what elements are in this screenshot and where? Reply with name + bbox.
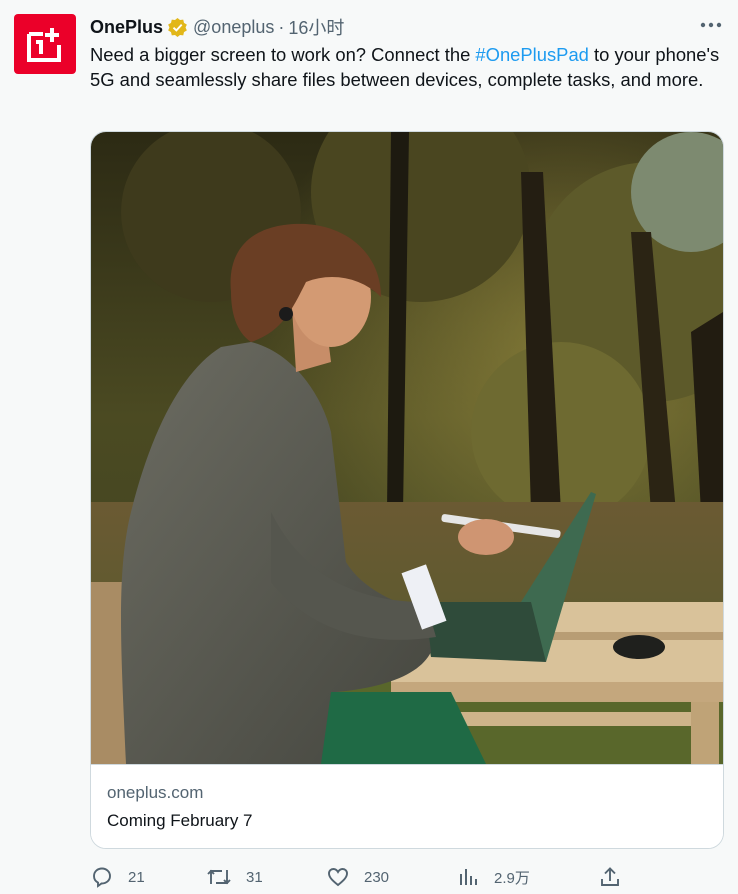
author-name[interactable]: OnePlus — [90, 17, 163, 38]
views-chart-icon — [460, 869, 477, 885]
avatar[interactable] — [14, 14, 76, 74]
card-domain: oneplus.com — [107, 783, 204, 802]
tweet-text: Need a bigger screen to work on? Connect… — [90, 42, 726, 92]
card-title: Coming February 7 — [107, 811, 253, 830]
tweet-timestamp[interactable]: 16小时 — [288, 14, 344, 40]
action-bar: 21 31 230 2.9万 — [90, 862, 726, 892]
reply-button[interactable]: 21 — [90, 862, 145, 892]
verified-badge-icon — [167, 17, 188, 38]
reply-icon — [93, 867, 111, 888]
hashtag-link[interactable]: #OnePlusPad — [475, 44, 589, 65]
link-card[interactable]: oneplus.com Coming February 7 — [90, 131, 724, 849]
oneplus-logo-icon — [27, 28, 61, 62]
share-icon — [601, 867, 619, 886]
more-options-icon[interactable] — [698, 14, 724, 36]
like-button[interactable]: 230 — [326, 862, 389, 892]
tweet-text-part-1: Need a bigger screen to work on? Connect… — [90, 44, 476, 65]
like-count: 230 — [364, 868, 390, 886]
retweet-button[interactable]: 31 — [206, 862, 263, 892]
views-button[interactable]: 2.9万 — [458, 862, 530, 892]
reply-count: 21 — [128, 868, 145, 886]
card-info[interactable]: oneplus.com Coming February 7 — [91, 764, 723, 848]
tweet-header: OnePlus @oneplus · 16小时 — [90, 15, 678, 39]
share-button[interactable] — [598, 862, 636, 892]
heart-icon — [328, 868, 348, 887]
retweet-count: 31 — [246, 868, 263, 886]
author-handle[interactable]: @oneplus — [193, 17, 274, 38]
card-image[interactable] — [91, 132, 723, 764]
views-count: 2.9万 — [494, 869, 530, 887]
separator-dot: · — [278, 16, 285, 37]
retweet-icon — [207, 869, 231, 885]
